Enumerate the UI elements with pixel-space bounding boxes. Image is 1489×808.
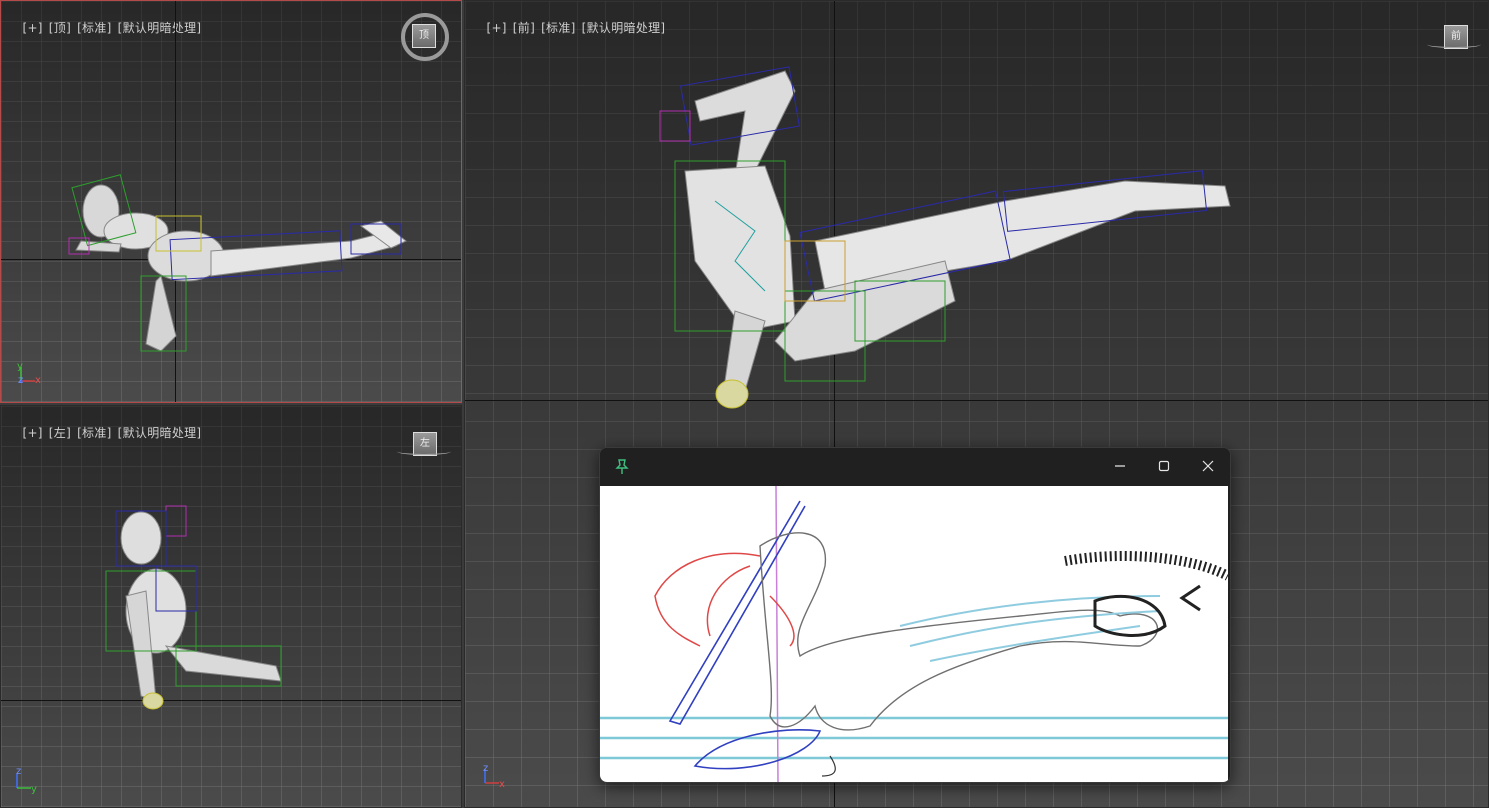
axis-x-label: x <box>35 375 41 386</box>
viewcube[interactable]: 顶 <box>412 24 436 48</box>
axis-x-label: x <box>499 779 505 790</box>
reference-sketch-image <box>600 486 1228 782</box>
viewport-shading-mode[interactable]: [默认明暗处理] <box>118 426 202 440</box>
pose-sketch <box>600 486 1228 782</box>
viewport-top[interactable]: [+] [顶] [标准] [默认明暗处理] 顶 y z x <box>0 0 462 403</box>
viewport-menu-plus[interactable]: [+] <box>486 21 506 35</box>
viewport-label-left[interactable]: [+] [左] [标准] [默认明暗处理] <box>6 410 207 455</box>
viewport-shading-mode[interactable]: [默认明暗处理] <box>118 21 202 35</box>
minimize-icon[interactable] <box>1100 452 1140 482</box>
reference-image-window[interactable] <box>599 447 1231 783</box>
viewport-menu-plus[interactable]: [+] <box>22 21 42 35</box>
close-icon[interactable] <box>1188 452 1228 482</box>
viewport-view-name[interactable]: [左] <box>49 426 71 440</box>
axis-z-label: z <box>18 375 24 386</box>
axis-z-label: z <box>16 766 22 777</box>
character-model-top[interactable] <box>61 166 431 366</box>
viewport-shading-mode[interactable]: [默认明暗处理] <box>582 21 666 35</box>
axis-y-label: y <box>31 784 37 795</box>
character-model-front[interactable] <box>655 61 1245 421</box>
pin-icon[interactable] <box>602 452 642 482</box>
reference-window-titlebar[interactable] <box>600 448 1230 486</box>
viewcube-base <box>397 448 451 455</box>
viewport-view-name[interactable]: [顶] <box>49 21 71 35</box>
axis-z-label: z <box>483 763 489 774</box>
viewport-menu-plus[interactable]: [+] <box>22 426 42 440</box>
character-model-left[interactable] <box>96 496 296 716</box>
viewcube-base <box>1427 41 1481 48</box>
maximize-icon[interactable] <box>1144 452 1184 482</box>
viewport-label-top[interactable]: [+] [顶] [标准] [默认明暗处理] <box>6 5 207 50</box>
viewport-left[interactable]: [+] [左] [标准] [默认明暗处理] 左 z y <box>0 405 462 808</box>
axis-y-label: y <box>17 361 23 372</box>
viewport-label-front[interactable]: [+] [前] [标准] [默认明暗处理] <box>470 5 671 50</box>
viewport-view-name[interactable]: [前] <box>513 21 535 35</box>
viewport-render-mode[interactable]: [标准] <box>541 21 576 35</box>
viewport-render-mode[interactable]: [标准] <box>77 426 112 440</box>
viewport-render-mode[interactable]: [标准] <box>77 21 112 35</box>
